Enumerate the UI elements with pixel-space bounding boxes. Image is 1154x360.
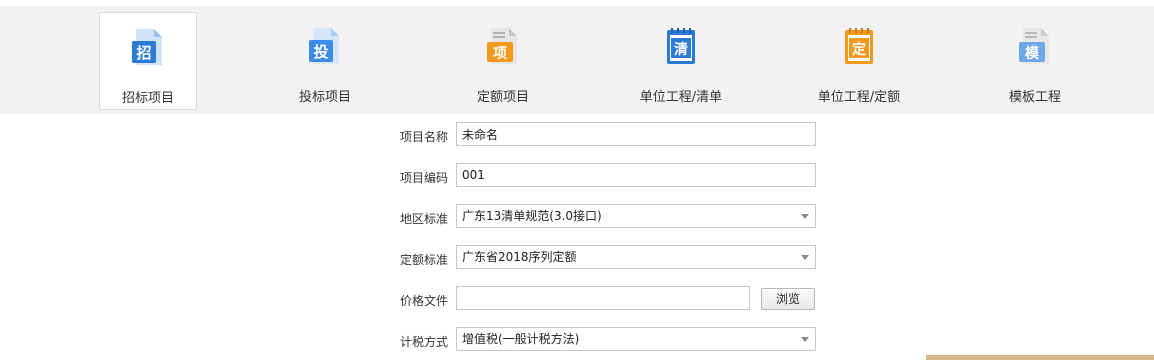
project-name-input[interactable] [456, 122, 816, 146]
quota-standard-value: 广东省2018序列定额 [462, 250, 577, 264]
chevron-down-icon [801, 337, 809, 342]
price-file-input[interactable] [456, 286, 750, 310]
region-standard-value: 广东13清单规范(3.0接口) [462, 209, 602, 223]
region-standard-select[interactable]: 广东13清单规范(3.0接口) [456, 204, 816, 228]
project-form: 项目名称 项目编码 地区标准 广东13清单规范(3.0接口) 定额标准 广东省2… [0, 0, 1154, 360]
tax-method-select[interactable]: 增值税(一般计税方法) [456, 327, 816, 351]
quota-standard-label: 定额标准 [399, 253, 448, 267]
tax-method-value: 增值税(一般计税方法) [462, 332, 580, 346]
project-name-label: 项目名称 [399, 130, 448, 144]
tax-method-label: 计税方式 [399, 335, 448, 349]
chevron-down-icon [801, 255, 809, 260]
project-code-label: 项目编码 [399, 171, 448, 185]
price-file-label: 价格文件 [399, 294, 448, 308]
status-strip [926, 355, 1154, 360]
browse-button[interactable]: 浏览 [761, 288, 815, 310]
chevron-down-icon [801, 214, 809, 219]
quota-standard-select[interactable]: 广东省2018序列定额 [456, 245, 816, 269]
region-standard-label: 地区标准 [399, 212, 448, 226]
project-code-input[interactable] [456, 163, 816, 187]
